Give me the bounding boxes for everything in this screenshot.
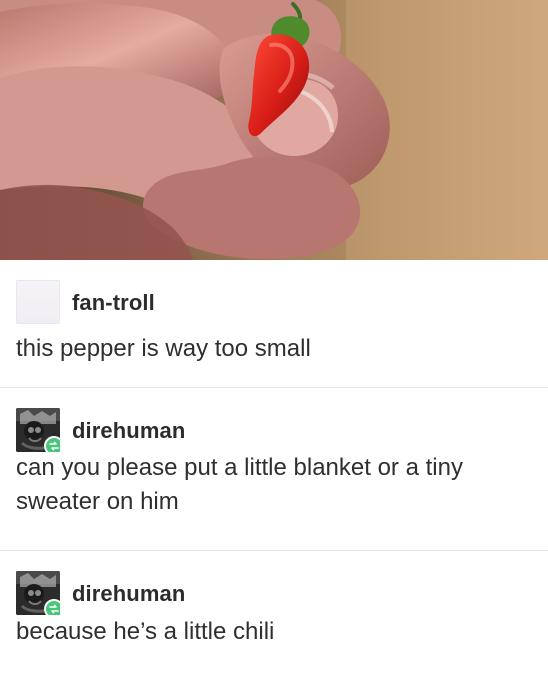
post-header: fan-troll (16, 280, 155, 324)
reblog-icon (44, 599, 60, 615)
post-photo (0, 0, 548, 260)
post-fan-troll: fan-troll this pepper is way too small (0, 260, 548, 387)
reblog-icon (44, 436, 60, 452)
post-message: can you please put a little blanket or a… (16, 454, 463, 516)
post-direhuman-1: direhuman can you please put a little bl… (0, 387, 548, 550)
post-header: direhuman (16, 571, 185, 615)
default-avatar-icon[interactable] (16, 280, 60, 324)
post-message: this pepper is way too small (16, 335, 311, 362)
post-header: direhuman (16, 408, 185, 452)
post-message: because he’s a little chili (16, 618, 275, 645)
photo-illustration (0, 0, 548, 260)
username[interactable]: direhuman (72, 583, 185, 605)
username[interactable]: direhuman (72, 420, 185, 442)
hand-icon (0, 0, 390, 260)
user-avatar-icon[interactable] (16, 408, 60, 452)
post-direhuman-2: direhuman because he’s a little chili (0, 550, 548, 675)
user-avatar-icon[interactable] (16, 571, 60, 615)
username[interactable]: fan-troll (72, 292, 155, 314)
